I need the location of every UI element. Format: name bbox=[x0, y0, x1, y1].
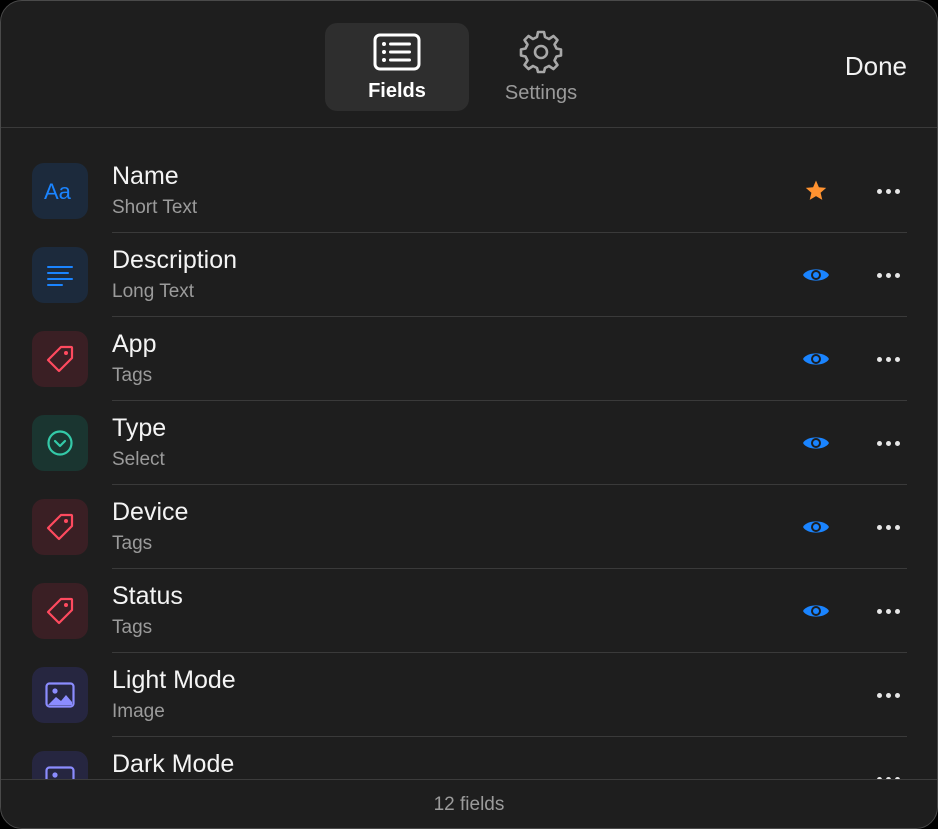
list-icon bbox=[373, 32, 421, 72]
ellipsis-icon bbox=[876, 272, 900, 278]
toolbar: Fields Settings Done bbox=[1, 1, 937, 128]
field-count-label: 12 fields bbox=[433, 793, 505, 815]
footer-bar: 12 fields bbox=[1, 779, 937, 828]
visibility-eye-icon[interactable] bbox=[799, 427, 833, 459]
select-chevron-icon bbox=[32, 415, 88, 471]
tag-icon bbox=[32, 499, 88, 555]
more-options-button[interactable] bbox=[869, 427, 907, 459]
field-type-label: Image bbox=[112, 701, 165, 722]
field-type-label: Tags bbox=[112, 365, 153, 386]
field-row-description[interactable]: Description Long Text bbox=[1, 233, 937, 317]
field-name-label: Description bbox=[112, 246, 238, 274]
visibility-eye-icon[interactable] bbox=[799, 595, 833, 627]
tag-icon bbox=[32, 331, 88, 387]
image-icon bbox=[32, 667, 88, 723]
field-row-name[interactable]: Aa Name Short Text bbox=[1, 149, 937, 233]
field-type-label: Tags bbox=[112, 617, 153, 638]
visibility-eye-icon[interactable] bbox=[799, 511, 833, 543]
field-row-status[interactable]: Status Tags bbox=[1, 569, 937, 653]
image-icon bbox=[32, 751, 88, 779]
more-options-button[interactable] bbox=[869, 343, 907, 375]
more-options-button[interactable] bbox=[869, 511, 907, 543]
field-row-device[interactable]: Device Tags bbox=[1, 485, 937, 569]
visibility-eye-icon[interactable] bbox=[799, 259, 833, 291]
field-type-label: Select bbox=[112, 449, 165, 470]
field-name-label: App bbox=[112, 330, 157, 358]
field-row-light-mode[interactable]: Light Mode Image bbox=[1, 653, 937, 737]
field-name-label: Name bbox=[112, 162, 179, 190]
ellipsis-icon bbox=[876, 608, 900, 614]
field-type-label: Short Text bbox=[112, 197, 198, 218]
field-name-label: Dark Mode bbox=[112, 750, 235, 778]
field-name-label: Light Mode bbox=[112, 666, 236, 694]
gear-icon bbox=[517, 30, 565, 74]
ellipsis-icon bbox=[876, 692, 900, 698]
more-options-button[interactable] bbox=[869, 175, 907, 207]
field-name-label: Device bbox=[112, 498, 189, 526]
field-type-label: Long Text bbox=[112, 281, 195, 302]
field-row-app[interactable]: App Tags bbox=[1, 317, 937, 401]
svg-text:Aa: Aa bbox=[44, 179, 72, 203]
text-aa-icon: Aa bbox=[32, 163, 88, 219]
field-name-label: Type bbox=[112, 414, 167, 442]
more-options-button[interactable] bbox=[869, 595, 907, 627]
field-name-label: Status bbox=[112, 582, 183, 610]
primary-star-icon[interactable] bbox=[799, 175, 833, 207]
tag-icon bbox=[32, 583, 88, 639]
ellipsis-icon bbox=[876, 440, 900, 446]
field-row-type[interactable]: Type Select bbox=[1, 401, 937, 485]
more-options-button[interactable] bbox=[869, 679, 907, 711]
more-options-button[interactable] bbox=[869, 259, 907, 291]
field-type-label: Tags bbox=[112, 533, 153, 554]
fields-panel-window: Fields Settings Done Aa Name Short Text … bbox=[0, 0, 938, 829]
done-button[interactable]: Done bbox=[845, 51, 907, 82]
ellipsis-icon bbox=[876, 524, 900, 530]
toolbar-divider bbox=[1, 127, 937, 128]
tab-fields[interactable]: Fields bbox=[325, 23, 469, 111]
field-row-dark-mode[interactable]: Dark Mode Image bbox=[1, 737, 937, 779]
paragraph-lines-icon bbox=[32, 247, 88, 303]
fields-list[interactable]: Aa Name Short Text Description Long Text… bbox=[1, 149, 937, 779]
more-options-button[interactable] bbox=[869, 763, 907, 779]
ellipsis-icon bbox=[876, 356, 900, 362]
visibility-eye-icon[interactable] bbox=[799, 343, 833, 375]
tab-fields-label: Fields bbox=[368, 80, 426, 102]
ellipsis-icon bbox=[876, 188, 900, 194]
tab-settings-label: Settings bbox=[504, 82, 578, 104]
tab-settings[interactable]: Settings bbox=[469, 23, 613, 111]
